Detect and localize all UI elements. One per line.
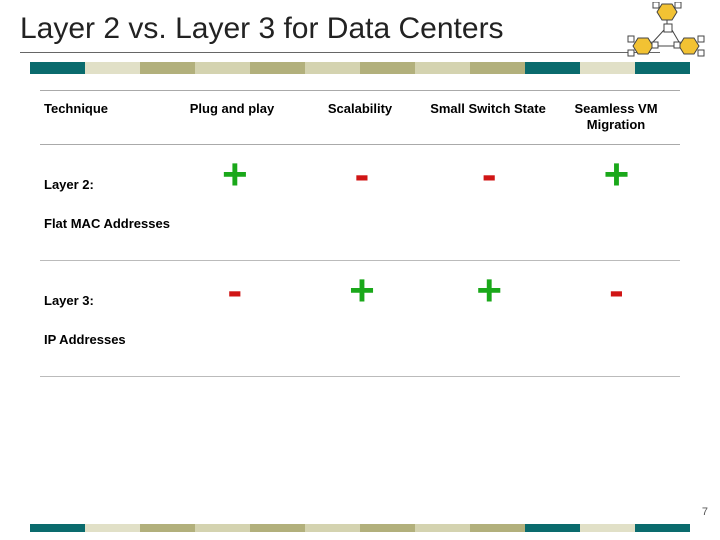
col-technique: Technique xyxy=(40,97,168,121)
col-small-switch: Small Switch State xyxy=(424,97,552,121)
mark-cell: - xyxy=(553,261,680,313)
row-label-layer3: Layer 3: IP Addresses xyxy=(40,261,171,350)
col-seamless-vm: Seamless VM Migration xyxy=(552,97,680,138)
mark-cell: - xyxy=(171,261,298,313)
table-row: Layer 3: IP Addresses - + + - xyxy=(40,261,680,377)
row-label-line1: Layer 3: xyxy=(44,293,94,308)
comparison-table: Technique Plug and play Scalability Smal… xyxy=(40,90,680,377)
page-number: 7 xyxy=(702,506,708,518)
decorative-stripe-top xyxy=(30,62,690,74)
mark-cell: - xyxy=(426,145,553,197)
table-header-row: Technique Plug and play Scalability Smal… xyxy=(40,90,680,145)
mark-cell: + xyxy=(298,261,425,313)
mark-cell: + xyxy=(426,261,553,313)
mark-cell: + xyxy=(171,145,298,197)
row-label-layer2: Layer 2: Flat MAC Addresses xyxy=(40,145,171,234)
decorative-stripe-bottom xyxy=(30,524,690,532)
plus-icon: + xyxy=(349,269,375,313)
row-label-line2: IP Addresses xyxy=(44,332,126,347)
page-title: Layer 2 vs. Layer 3 for Data Centers xyxy=(20,12,504,46)
minus-icon: - xyxy=(609,269,624,313)
minus-icon: - xyxy=(482,153,497,197)
plus-icon: + xyxy=(222,153,248,197)
minus-icon: - xyxy=(355,153,370,197)
plus-icon: + xyxy=(604,153,630,197)
mark-cell: + xyxy=(553,145,680,197)
minus-icon: - xyxy=(227,269,242,313)
col-scalability: Scalability xyxy=(296,97,424,121)
col-plug-and-play: Plug and play xyxy=(168,97,296,121)
mark-cell: - xyxy=(298,145,425,197)
plus-icon: + xyxy=(476,269,502,313)
row-label-line1: Layer 2: xyxy=(44,177,94,192)
title-underline xyxy=(20,52,660,53)
row-label-line2: Flat MAC Addresses xyxy=(44,216,170,231)
network-cluster-icon xyxy=(622,2,712,62)
table-row: Layer 2: Flat MAC Addresses + - - + xyxy=(40,145,680,261)
